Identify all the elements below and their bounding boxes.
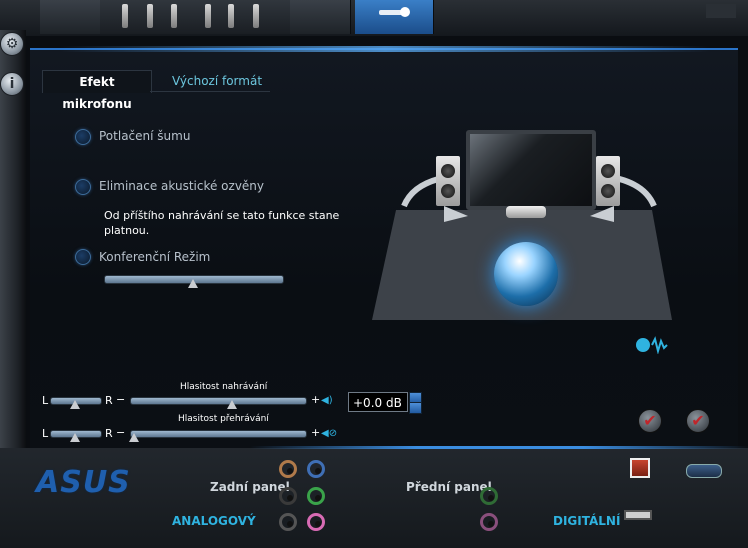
tab-default-format[interactable]: Výchozí formát bbox=[172, 70, 272, 92]
connector-settings-wrench-icon[interactable] bbox=[686, 464, 722, 478]
confirm-check-button[interactable]: ✔ bbox=[686, 409, 710, 433]
playback-left-label: L bbox=[42, 427, 49, 440]
tab-microphone-effect[interactable]: Efekt mikrofonu bbox=[42, 70, 152, 111]
playback-plus-icon[interactable]: + bbox=[311, 426, 320, 439]
record-volume-label: Hlasitost nahrávání bbox=[180, 382, 268, 392]
effects-tab[interactable] bbox=[290, 0, 351, 34]
db-value-field[interactable]: +0.0 dB bbox=[348, 392, 408, 412]
record-balance-thumb[interactable] bbox=[70, 400, 80, 409]
rear-jack-blue[interactable] bbox=[307, 460, 325, 478]
settings-gear-icon[interactable]: ⚙ bbox=[0, 32, 24, 56]
window-controls[interactable] bbox=[706, 4, 736, 18]
asus-logo: ASUS bbox=[36, 465, 131, 500]
receiver-icon bbox=[506, 206, 546, 218]
playback-minus-icon[interactable]: − bbox=[116, 426, 125, 439]
tab-underline bbox=[150, 91, 270, 92]
front-jack-pink[interactable] bbox=[480, 513, 498, 531]
digital-label: DIGITÁLNÍ bbox=[553, 514, 621, 528]
left-speaker-icon bbox=[436, 156, 460, 206]
rear-jack-black[interactable] bbox=[279, 487, 297, 505]
microphone-icon bbox=[379, 7, 410, 17]
noise-suppression-radio[interactable] bbox=[75, 129, 91, 145]
playback-balance-thumb[interactable] bbox=[70, 433, 80, 442]
mixer-knob-3[interactable] bbox=[171, 4, 177, 28]
connector-panel-highlight bbox=[250, 446, 748, 449]
echo-cancellation-radio[interactable] bbox=[75, 179, 91, 195]
echo-cancellation-label: Eliminace akustické ozvěny bbox=[99, 179, 265, 193]
microphone-ball-icon bbox=[494, 242, 558, 306]
mixer-tab[interactable] bbox=[100, 0, 291, 34]
fan-wave-icon[interactable] bbox=[634, 336, 668, 354]
television-icon bbox=[466, 130, 596, 210]
analog-label: ANALOGOVÝ bbox=[172, 514, 256, 528]
mixer-knob-6[interactable] bbox=[253, 4, 259, 28]
microphone-tab[interactable] bbox=[355, 0, 434, 34]
front-jack-green[interactable] bbox=[480, 487, 498, 505]
device-tab-strip bbox=[0, 0, 748, 36]
record-right-label: R bbox=[105, 394, 113, 407]
playback-right-label: R bbox=[105, 427, 113, 440]
record-volume-slider[interactable] bbox=[130, 397, 307, 405]
panel-highlight bbox=[60, 46, 710, 52]
conference-mode-label: Konferenční Režim bbox=[99, 250, 211, 264]
noise-suppression-label: Potlačení šumu bbox=[99, 129, 191, 143]
conference-slider-thumb[interactable] bbox=[188, 279, 198, 288]
apply-check-button[interactable]: ✔ bbox=[638, 409, 662, 433]
record-volume-thumb[interactable] bbox=[226, 400, 237, 409]
conference-mode-radio[interactable] bbox=[75, 249, 91, 265]
record-plus-icon[interactable]: + bbox=[311, 393, 320, 406]
front-panel-label: Přední panel bbox=[406, 480, 492, 494]
right-speaker-icon bbox=[596, 156, 620, 206]
record-minus-icon[interactable]: − bbox=[116, 393, 125, 406]
mixer-knob-2[interactable] bbox=[147, 4, 153, 28]
playback-volume-thumb[interactable] bbox=[128, 433, 139, 442]
mixer-knob-5[interactable] bbox=[228, 4, 234, 28]
mixer-knob-4[interactable] bbox=[205, 4, 211, 28]
rear-jack-pink[interactable] bbox=[307, 513, 325, 531]
playback-volume-slider[interactable] bbox=[130, 430, 307, 438]
info-icon[interactable]: i bbox=[0, 72, 24, 96]
hdmi-port-icon[interactable] bbox=[624, 510, 652, 520]
rear-jack-green[interactable] bbox=[307, 487, 325, 505]
db-decrease-button[interactable] bbox=[409, 402, 422, 414]
rear-panel-label: Zadní panel bbox=[210, 480, 290, 494]
playback-mute-icon[interactable]: ◀⊘ bbox=[321, 428, 337, 439]
speaker-tab[interactable] bbox=[40, 0, 101, 34]
spdif-optical-icon[interactable] bbox=[630, 458, 650, 478]
rear-jack-grey[interactable] bbox=[279, 513, 297, 531]
rear-jack-orange[interactable] bbox=[279, 460, 297, 478]
playback-volume-label: Hlasitost přehrávání bbox=[178, 414, 269, 424]
record-left-label: L bbox=[42, 394, 49, 407]
mixer-knob-1[interactable] bbox=[122, 4, 128, 28]
record-speaker-icon[interactable]: ◀) bbox=[321, 395, 333, 406]
effect-note: Od příštího nahrávání se tato funkce sta… bbox=[104, 209, 340, 237]
